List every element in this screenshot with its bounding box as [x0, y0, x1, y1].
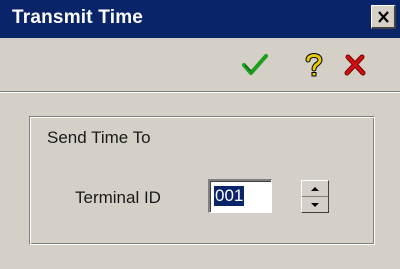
red-x-icon: [344, 54, 366, 76]
title-bar: Transmit Time: [0, 0, 400, 38]
group-title: Send Time To: [47, 128, 151, 147]
spin-down-icon: [311, 202, 319, 207]
terminal-id-spinner[interactable]: [301, 180, 329, 213]
terminal-id-input[interactable]: 001: [208, 179, 272, 213]
spin-down-button[interactable]: [302, 197, 328, 212]
ok-button[interactable]: [238, 48, 272, 82]
toolbar: [0, 38, 400, 90]
window-title: Transmit Time: [12, 7, 144, 28]
help-button[interactable]: [297, 48, 331, 82]
close-button[interactable]: [371, 5, 396, 29]
checkmark-icon: [242, 54, 268, 75]
spin-up-button[interactable]: [302, 181, 328, 197]
spin-up-icon: [311, 186, 319, 191]
terminal-id-value: 001: [214, 186, 245, 206]
terminal-id-label: Terminal ID: [75, 188, 161, 207]
close-icon: [377, 10, 389, 23]
toolbar-separator: [0, 91, 400, 93]
transmit-time-dialog: Transmit Time Send Time To Terminal ID 0…: [0, 0, 400, 269]
question-mark-icon: [305, 53, 323, 77]
cancel-button[interactable]: [338, 48, 372, 82]
